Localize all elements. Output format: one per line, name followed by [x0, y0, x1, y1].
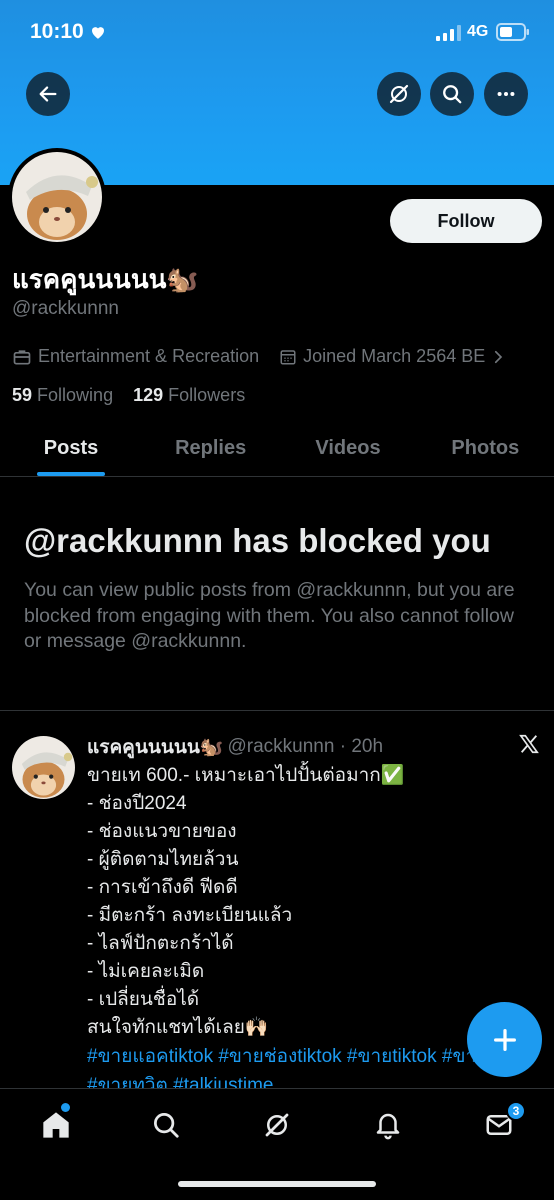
heart-icon — [92, 27, 104, 39]
signal-icon — [436, 25, 461, 41]
following-label: Following — [37, 385, 114, 405]
chevron-right-icon — [495, 350, 503, 363]
profile-meta: Entertainment & Recreation Joined March … — [12, 346, 513, 367]
profile-tabs: Posts Replies Videos Photos — [0, 420, 554, 477]
tab-videos[interactable]: Videos — [279, 420, 416, 476]
nav-grok[interactable] — [257, 1105, 297, 1145]
followers-count: 129 — [133, 385, 164, 405]
category-item: Entertainment & Recreation — [12, 346, 259, 367]
profile-display-name: แรคคูนนนนน🐿️ — [12, 264, 199, 294]
search-icon — [443, 85, 462, 104]
home-icon — [43, 1112, 69, 1138]
plus-icon — [493, 1028, 516, 1051]
home-unread-dot — [61, 1103, 70, 1112]
nav-explore[interactable] — [146, 1105, 186, 1145]
network-label: 4G — [467, 23, 489, 40]
battery-icon — [496, 23, 529, 41]
compose-button[interactable] — [467, 1002, 542, 1077]
grok-button[interactable] — [377, 72, 421, 116]
post-author[interactable]: แรคคูนนนนน🐿️ — [87, 732, 223, 762]
tab-replies[interactable]: Replies — [142, 420, 279, 476]
follow-stats: 59 Following 129 Followers — [12, 385, 245, 406]
nav-home[interactable] — [36, 1105, 76, 1145]
follow-button[interactable]: Follow — [390, 199, 542, 243]
search-button[interactable] — [430, 72, 474, 116]
profile-joined: Joined March 2564 BE — [303, 346, 486, 366]
status-bar: 10:10 4G — [0, 0, 554, 66]
followers-link[interactable]: 129 Followers — [133, 385, 245, 405]
post-body: ขายเท 600.- เหมาะเอาไปปั้นต่อมาก✅ - ช่อง… — [87, 765, 405, 1038]
more-icon — [497, 91, 515, 97]
following-link[interactable]: 59 Following — [12, 385, 113, 405]
tab-posts[interactable]: Posts — [0, 420, 142, 476]
briefcase-icon — [13, 349, 31, 364]
home-indicator — [178, 1181, 376, 1187]
blocked-description: You can view public posts from @rackkunn… — [24, 579, 515, 652]
notifications-icon — [376, 1113, 400, 1140]
grok-icon — [265, 1113, 289, 1137]
blocked-title: @rackkunnn has blocked you — [24, 522, 491, 559]
nav-notifications[interactable] — [368, 1105, 408, 1145]
post-header: แรคคูนนนนน🐿️ @rackkunnn · 20h — [87, 732, 383, 762]
divider — [0, 710, 554, 711]
followers-label: Followers — [168, 385, 246, 405]
avatar — [12, 152, 102, 242]
explore-icon — [154, 1113, 179, 1138]
grok-icon — [389, 84, 409, 104]
messages-badge: 3 — [506, 1101, 526, 1121]
post-handle-time: @rackkunnn · 20h — [227, 736, 384, 757]
tab-photos[interactable]: Photos — [417, 420, 554, 476]
joined-item[interactable]: Joined March 2564 BE — [279, 346, 513, 367]
more-button[interactable] — [484, 72, 528, 116]
status-time: 10:10 — [30, 20, 84, 43]
profile-category: Entertainment & Recreation — [38, 346, 260, 366]
back-arrow-icon — [39, 86, 57, 102]
post-avatar[interactable] — [12, 736, 75, 799]
back-button[interactable] — [26, 72, 70, 116]
x-logo-icon — [519, 734, 539, 754]
profile-avatar[interactable] — [8, 148, 106, 246]
profile-handle: @rackkunnn — [12, 298, 119, 319]
following-count: 59 — [12, 385, 33, 405]
calendar-icon — [280, 349, 296, 364]
